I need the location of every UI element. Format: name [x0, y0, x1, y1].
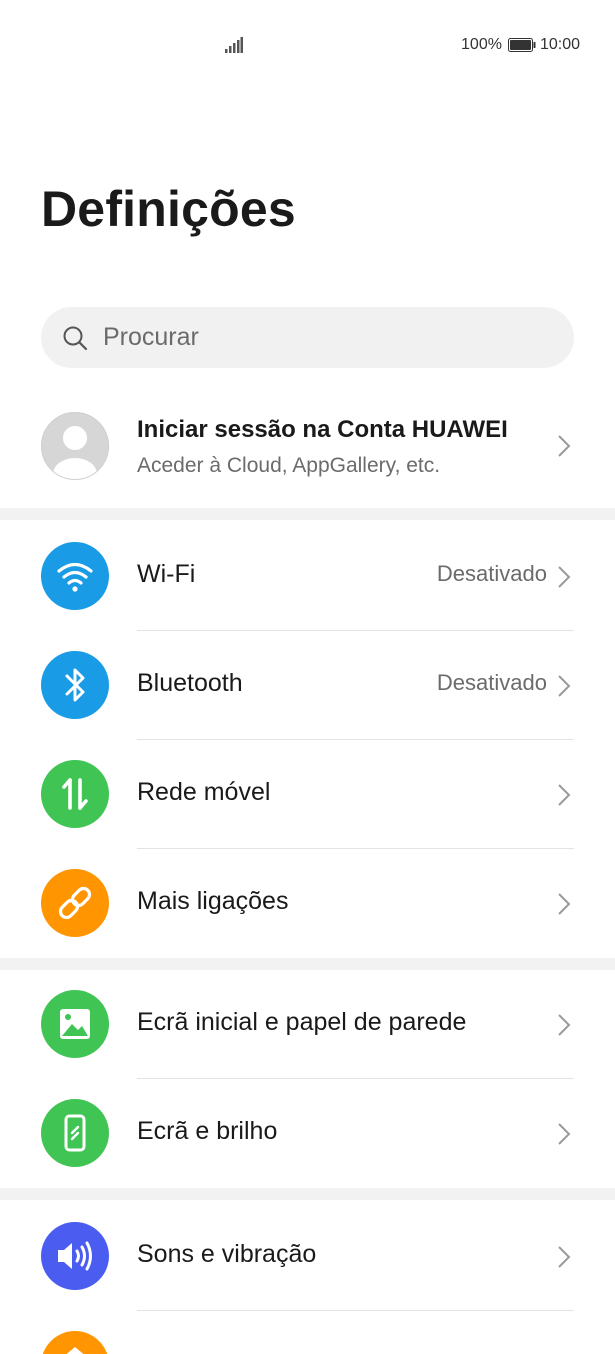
settings-item-label: Wi-Fi — [137, 560, 196, 588]
settings-item-value: Desativado — [436, 670, 547, 695]
section-divider — [0, 958, 615, 970]
settings-item-home-screen-wallpaper[interactable]: Ecrã inicial e papel de parede — [0, 970, 615, 1079]
search-icon — [63, 326, 88, 350]
settings-item-sounds-vibration[interactable]: Sons e vibração — [0, 1202, 615, 1311]
speaker-icon — [41, 1222, 109, 1290]
chevron-right-icon — [558, 566, 571, 588]
search-input[interactable]: Procurar — [41, 307, 574, 368]
settings-item-more-connections[interactable]: Mais ligações — [0, 849, 615, 958]
wifi-icon — [41, 542, 109, 610]
wallpaper-icon — [41, 990, 109, 1058]
settings-item-partial[interactable] — [0, 1311, 615, 1354]
settings-item-value: Desativado — [436, 561, 547, 586]
chevron-right-icon — [558, 435, 571, 457]
avatar — [41, 412, 109, 480]
battery-percent: 100% — [461, 36, 502, 53]
settings-item-icon — [41, 1331, 109, 1354]
signal-icon — [225, 37, 243, 53]
account-sign-in-row[interactable]: Iniciar sessão na Conta HUAWEI Aceder à … — [0, 392, 615, 508]
page-title: Definições — [41, 181, 296, 237]
chevron-right-icon — [558, 1246, 571, 1268]
chevron-right-icon — [558, 893, 571, 915]
link-icon — [41, 869, 109, 937]
settings-item-label: Rede móvel — [137, 778, 271, 806]
settings-item-label: Sons e vibração — [137, 1240, 317, 1268]
settings-item-label: Ecrã inicial e papel de parede — [137, 1008, 467, 1036]
clock: 10:00 — [539, 36, 580, 53]
account-title: Iniciar sessão na Conta HUAWEI — [137, 416, 508, 443]
chevron-right-icon — [558, 675, 571, 697]
mobile-data-icon — [41, 760, 109, 828]
battery-icon — [507, 38, 536, 52]
settings-item-display-brightness[interactable]: Ecrã e brilho — [0, 1079, 615, 1188]
settings-item-wifi[interactable]: Wi-Fi Desativado — [0, 522, 615, 631]
chevron-right-icon — [558, 1123, 571, 1145]
search-placeholder: Procurar — [103, 323, 199, 351]
settings-item-label: Mais ligações — [137, 887, 289, 915]
chevron-right-icon — [558, 1014, 571, 1036]
bluetooth-icon — [41, 651, 109, 719]
section-divider — [0, 508, 615, 520]
settings-item-bluetooth[interactable]: Bluetooth Desativado — [0, 631, 615, 740]
settings-item-label: Bluetooth — [137, 669, 243, 697]
settings-item-label: Ecrã e brilho — [137, 1117, 278, 1145]
account-subtitle: Aceder à Cloud, AppGallery, etc. — [137, 454, 441, 477]
settings-item-mobile-network[interactable]: Rede móvel — [0, 740, 615, 849]
section-divider — [0, 1188, 615, 1200]
chevron-right-icon — [558, 784, 571, 806]
phone-brightness-icon — [41, 1099, 109, 1167]
status-bar: 100% 10:00 — [0, 0, 615, 92]
